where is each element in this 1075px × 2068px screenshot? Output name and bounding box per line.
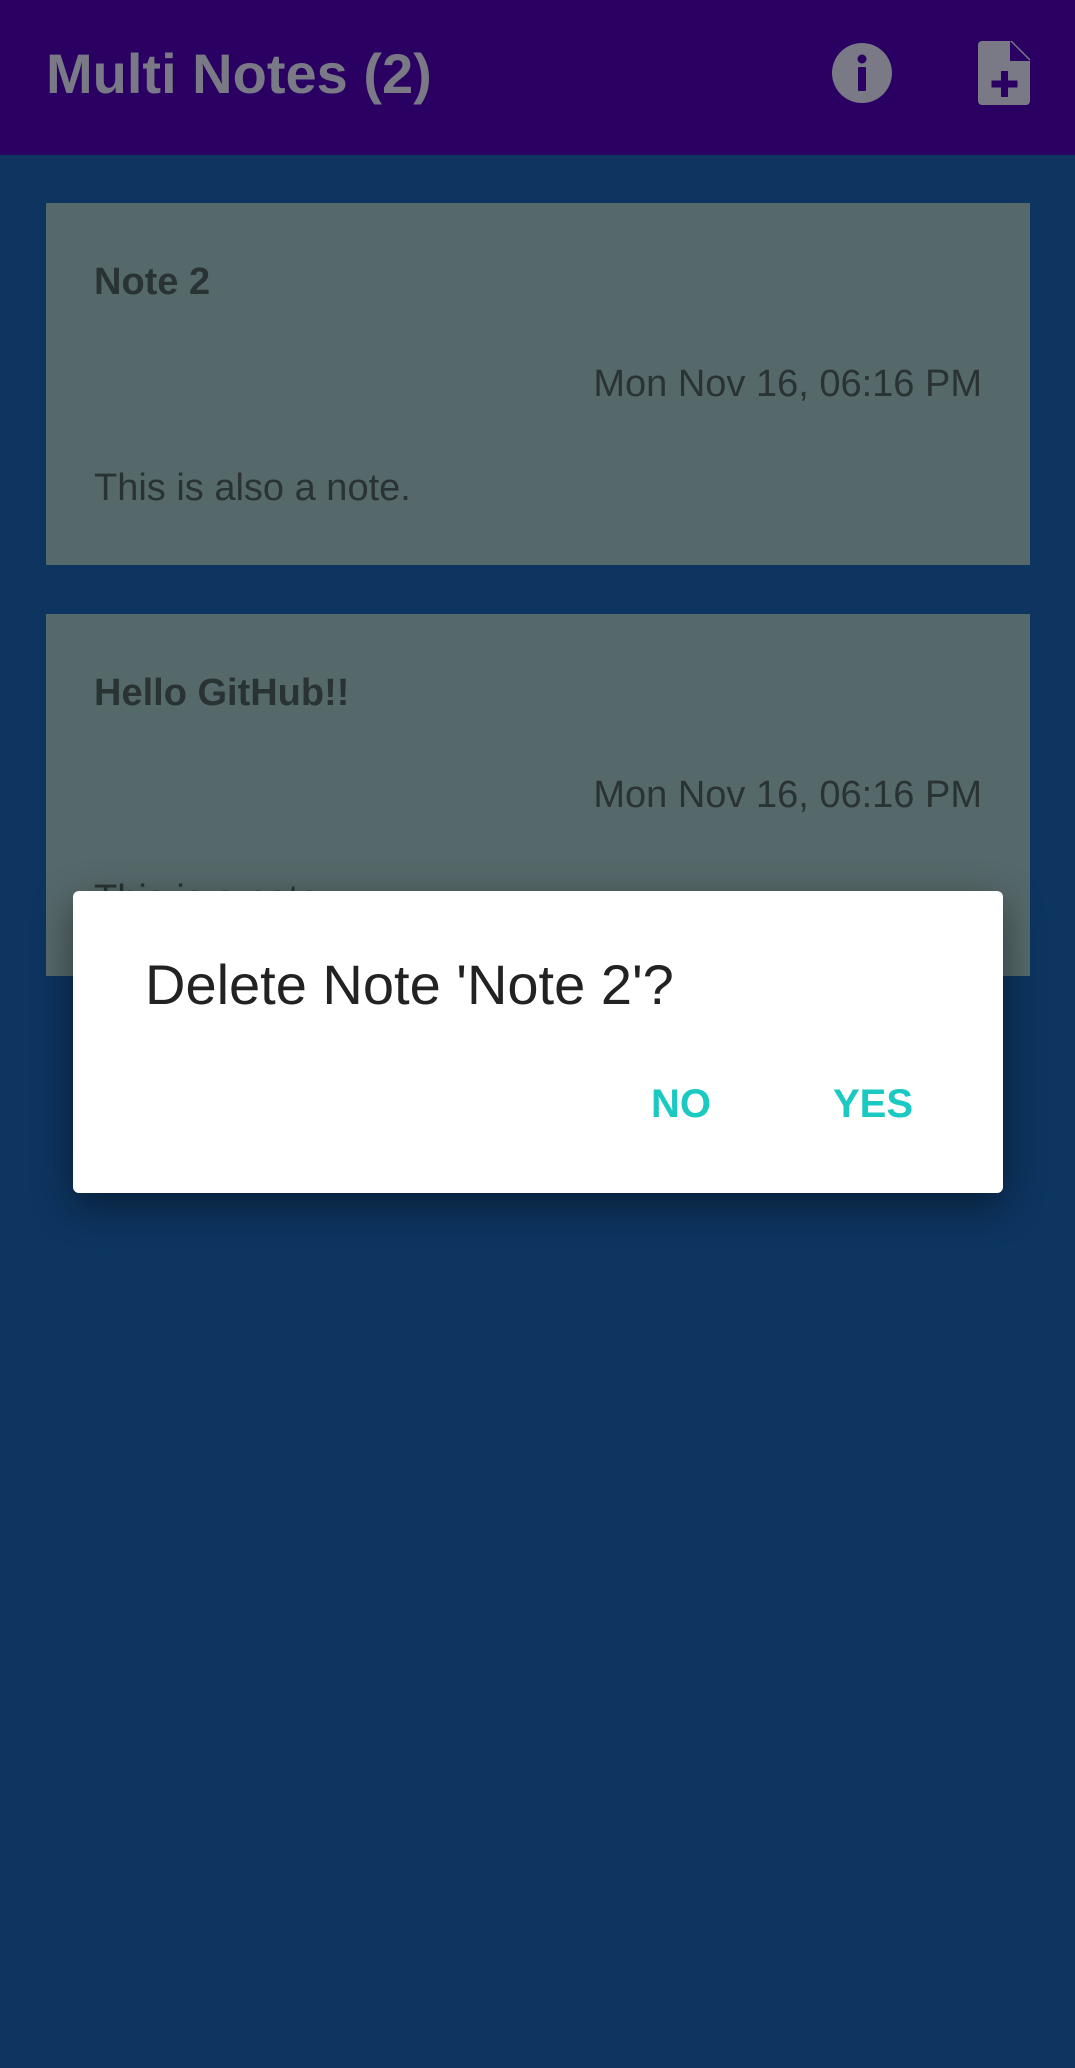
- no-button[interactable]: NO: [651, 1081, 711, 1127]
- note-date: Mon Nov 16, 06:16 PM: [593, 774, 982, 816]
- app-bar: Multi Notes (2): [0, 0, 1075, 155]
- app-title: Multi Notes (2): [46, 42, 432, 105]
- add-note-icon[interactable]: [970, 38, 1040, 108]
- note-body: This is also a note.: [94, 467, 411, 509]
- note-card[interactable]: Note 2 Mon Nov 16, 06:16 PM This is also…: [46, 203, 1030, 565]
- note-title: Note 2: [94, 261, 211, 303]
- note-date: Mon Nov 16, 06:16 PM: [593, 363, 982, 405]
- yes-button[interactable]: YES: [833, 1081, 913, 1127]
- delete-confirm-dialog: Delete Note 'Note 2'? NO YES: [73, 891, 1003, 1193]
- dialog-title: Delete Note 'Note 2'?: [145, 953, 674, 1016]
- note-title: Hello GitHub!!: [94, 672, 350, 714]
- info-icon[interactable]: [827, 38, 897, 108]
